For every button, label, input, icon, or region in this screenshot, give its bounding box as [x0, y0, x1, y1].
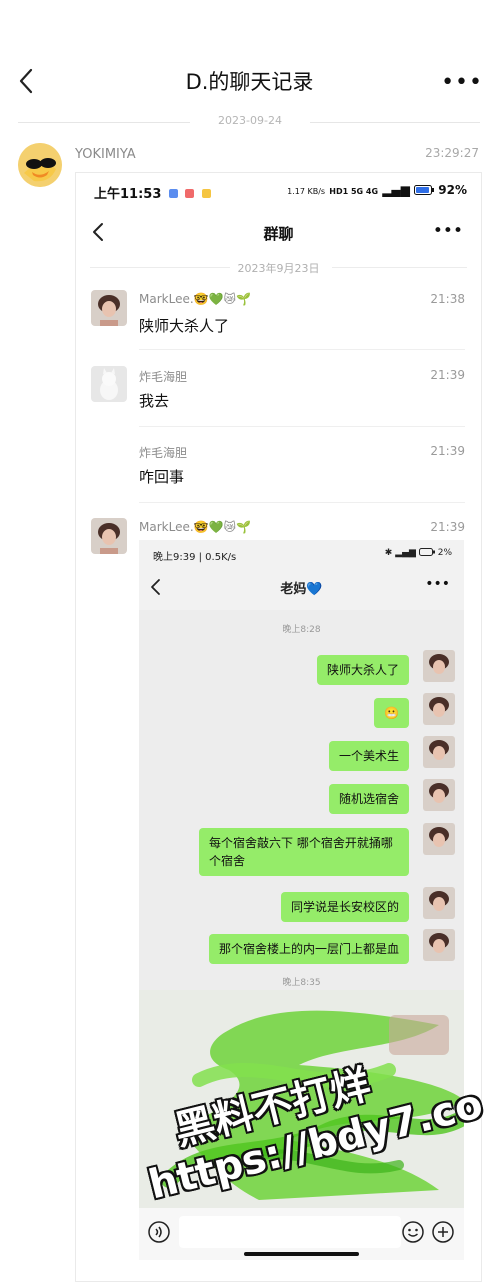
avatar[interactable] — [91, 366, 127, 402]
person-avatar-icon — [423, 887, 455, 919]
person-avatar-icon — [423, 929, 455, 961]
message-text: 我去 — [139, 392, 170, 410]
divider — [139, 426, 465, 427]
battery-icon — [414, 185, 435, 195]
avatar — [423, 929, 455, 961]
battery-icon — [418, 548, 435, 556]
record-date: 2023-09-24 — [190, 114, 310, 127]
message-input[interactable] — [179, 1216, 401, 1248]
avatar[interactable] — [91, 290, 127, 326]
cat-avatar-icon — [91, 366, 127, 402]
divider — [139, 349, 465, 350]
message-sender: MarkLee.🤓💚😿🌱 — [139, 520, 251, 534]
message-bubble: 同学说是长安校区的 — [280, 892, 409, 922]
person-avatar-icon — [423, 823, 455, 855]
more-icon: ••• — [441, 70, 483, 95]
record-time: 23:29:27 — [425, 146, 479, 160]
avatar[interactable] — [18, 143, 62, 187]
more-icon: ••• — [425, 576, 450, 592]
app-icon — [168, 189, 178, 198]
more-options-button[interactable]: ••• — [441, 70, 483, 95]
avatar[interactable] — [91, 518, 127, 554]
person-avatar-icon — [91, 290, 127, 326]
message-bubble: 陕师大杀人了 — [316, 655, 409, 685]
message-sender: MarkLee.🤓💚😿🌱 — [139, 292, 251, 306]
nested-status-right: ✱ ▂▄▆ 2% — [384, 548, 452, 558]
status-right: 1.17 KB/s HD1 5G 4G ▂▄▆ 92% — [287, 183, 467, 197]
voice-button[interactable] — [147, 1220, 171, 1248]
app-icon — [185, 189, 195, 198]
app-icon — [201, 189, 211, 198]
avatar — [423, 736, 455, 768]
message-time: 21:39 — [430, 520, 465, 534]
person-avatar-icon — [423, 650, 455, 682]
duck-avatar-icon — [18, 143, 62, 187]
message-bubble: 一个美术生 — [328, 741, 409, 771]
voice-icon — [148, 1221, 170, 1243]
avatar — [423, 650, 455, 682]
message-bubble: 随机选宿舍 — [328, 784, 409, 814]
person-avatar-icon — [91, 518, 127, 554]
person-avatar-icon — [423, 736, 455, 768]
message-time: 21:38 — [430, 292, 465, 306]
message-sender: 炸毛海胆 — [139, 446, 188, 460]
sender-name: YOKIMIYA — [75, 147, 136, 162]
person-avatar-icon — [423, 779, 455, 811]
nested-timestamp: 晚上8:35 — [282, 978, 321, 988]
inner-date: 2023年9月23日 — [237, 262, 320, 275]
plus-icon — [432, 1221, 454, 1243]
emoji-icon — [402, 1221, 424, 1243]
nested-chat-title: 老妈💙 — [280, 582, 323, 597]
divider — [139, 502, 465, 503]
divider-right — [310, 122, 480, 123]
signal-icon: ▂▄▆ — [395, 548, 416, 558]
status-time: 上午11:53 — [94, 183, 211, 202]
message-time: 21:39 — [430, 368, 465, 382]
add-button[interactable] — [431, 1220, 455, 1248]
more-icon: ••• — [432, 221, 463, 241]
page-title: D.的聊天记录 — [185, 70, 314, 94]
nested-status-time: 晚上9:39 | 0.5K/s — [153, 552, 237, 563]
signal-icon: ▂▄▆ — [382, 183, 410, 197]
message-bubble: 😬 — [374, 698, 409, 728]
message-time: 21:39 — [430, 444, 465, 458]
avatar — [423, 779, 455, 811]
message-bubble: 那个宿舍楼上的内一层门上都是血 — [208, 934, 409, 964]
person-avatar-icon — [423, 693, 455, 725]
message-text: 陕师大杀人了 — [139, 317, 230, 335]
emoji-button[interactable] — [401, 1220, 425, 1248]
inner-more-button[interactable]: ••• — [433, 221, 463, 241]
nested-timestamp: 晚上8:28 — [282, 625, 321, 635]
avatar — [423, 693, 455, 725]
message-bubble: 每个宿舍敲六下 哪个宿舍开就捅哪个宿舍 — [199, 828, 409, 876]
message-sender: 炸毛海胆 — [139, 370, 188, 384]
divider-left — [18, 122, 190, 123]
avatar — [423, 887, 455, 919]
message-text: 咋回事 — [139, 468, 185, 486]
bluetooth-icon: ✱ — [384, 548, 393, 558]
avatar — [423, 823, 455, 855]
home-indicator — [244, 1252, 359, 1256]
group-chat-title: 群聊 — [263, 225, 294, 243]
nested-more-button[interactable]: ••• — [425, 576, 450, 592]
